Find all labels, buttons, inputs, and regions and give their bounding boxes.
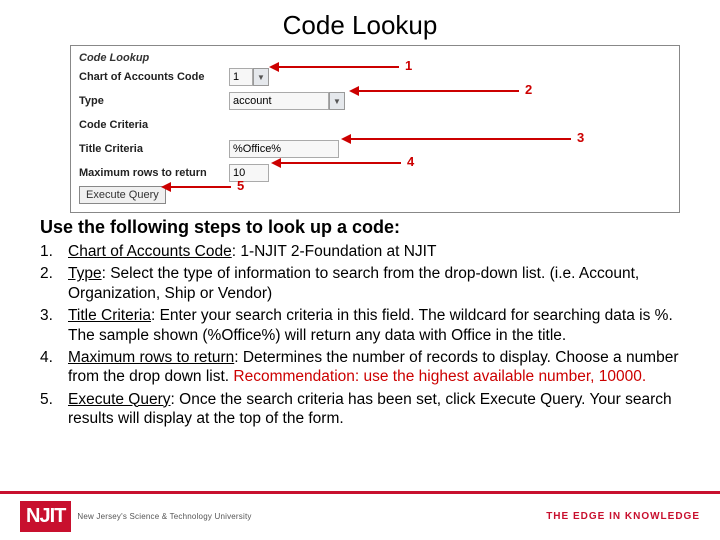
annotation-5: 5 bbox=[237, 178, 244, 193]
steps-heading: Use the following steps to look up a cod… bbox=[40, 217, 720, 238]
arrow-icon bbox=[341, 134, 351, 144]
step-text: : Select the type of information to sear… bbox=[68, 265, 639, 301]
step-number: 4. bbox=[40, 348, 68, 387]
label-type: Type bbox=[79, 95, 229, 107]
arrow-line bbox=[279, 66, 399, 68]
arrow-icon bbox=[269, 62, 279, 72]
form-heading: Code Lookup bbox=[79, 52, 671, 64]
step-label: Chart of Accounts Code bbox=[68, 243, 232, 260]
list-item: 2. Type: Select the type of information … bbox=[40, 264, 690, 303]
arrow-icon bbox=[349, 86, 359, 96]
type-select[interactable]: account bbox=[229, 92, 329, 110]
chevron-down-icon[interactable]: ▼ bbox=[253, 68, 269, 86]
chart-select[interactable]: 1 bbox=[229, 68, 253, 86]
footer-tagline: THE EDGE IN KNOWLEDGE bbox=[546, 511, 700, 522]
row-type: Type account ▼ bbox=[79, 90, 671, 112]
maxrows-select[interactable]: 10 bbox=[229, 164, 269, 182]
row-chart: Chart of Accounts Code 1 ▼ bbox=[79, 66, 671, 88]
label-chart: Chart of Accounts Code bbox=[79, 71, 229, 83]
list-item: 3. Title Criteria: Enter your search cri… bbox=[40, 306, 690, 345]
step-number: 3. bbox=[40, 306, 68, 345]
label-title-criteria: Title Criteria bbox=[79, 143, 229, 155]
step-number: 1. bbox=[40, 242, 68, 261]
annotation-3: 3 bbox=[577, 130, 584, 145]
step-recommendation: Recommendation: use the highest availabl… bbox=[233, 368, 646, 385]
annotation-4: 4 bbox=[407, 154, 414, 169]
step-text: : Enter your search criteria in this fie… bbox=[68, 307, 673, 343]
step-number: 5. bbox=[40, 390, 68, 429]
code-lookup-form: Code Lookup Chart of Accounts Code 1 ▼ T… bbox=[70, 45, 680, 213]
steps-list: 1. Chart of Accounts Code: 1-NJIT 2-Foun… bbox=[40, 242, 690, 428]
execute-query-button[interactable]: Execute Query bbox=[79, 186, 166, 204]
arrow-icon bbox=[161, 182, 171, 192]
step-label: Title Criteria bbox=[68, 307, 151, 324]
step-label: Maximum rows to return bbox=[68, 349, 234, 366]
label-maxrows: Maximum rows to return bbox=[79, 167, 229, 179]
chevron-down-icon[interactable]: ▼ bbox=[329, 92, 345, 110]
footer: NJIT New Jersey's Science & Technology U… bbox=[0, 492, 720, 540]
arrow-line bbox=[359, 90, 519, 92]
logo-subtitle: New Jersey's Science & Technology Univer… bbox=[77, 512, 251, 521]
row-maxrows: Maximum rows to return 10 bbox=[79, 162, 671, 184]
label-criteria: Code Criteria bbox=[79, 119, 229, 131]
njit-logo: NJIT New Jersey's Science & Technology U… bbox=[20, 501, 252, 532]
title-criteria-input[interactable]: %Office% bbox=[229, 140, 339, 158]
page-title: Code Lookup bbox=[0, 0, 720, 45]
annotation-1: 1 bbox=[405, 58, 412, 73]
list-item: 5. Execute Query: Once the search criter… bbox=[40, 390, 690, 429]
logo-text: NJIT bbox=[20, 501, 71, 532]
arrow-line bbox=[281, 162, 401, 164]
annotation-2: 2 bbox=[525, 82, 532, 97]
arrow-line bbox=[171, 186, 231, 188]
arrow-icon bbox=[271, 158, 281, 168]
list-item: 4. Maximum rows to return: Determines th… bbox=[40, 348, 690, 387]
step-label: Execute Query bbox=[68, 391, 171, 408]
step-number: 2. bbox=[40, 264, 68, 303]
step-text: : 1-NJIT 2-Foundation at NJIT bbox=[232, 243, 437, 260]
list-item: 1. Chart of Accounts Code: 1-NJIT 2-Foun… bbox=[40, 242, 690, 261]
step-label: Type bbox=[68, 265, 102, 282]
arrow-line bbox=[351, 138, 571, 140]
